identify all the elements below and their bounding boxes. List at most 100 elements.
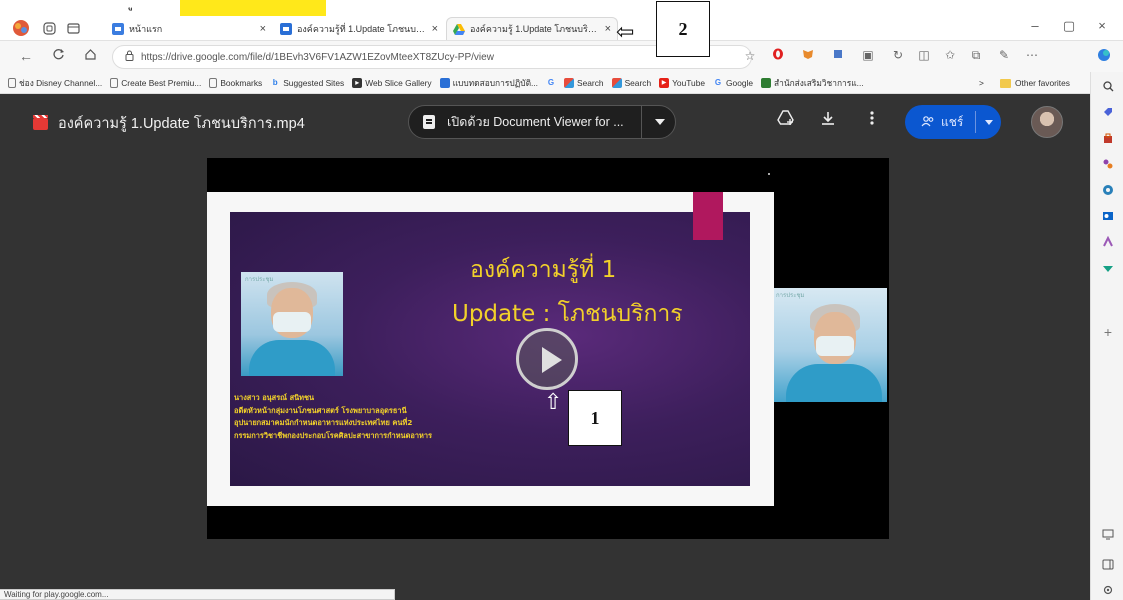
photo-caption: การประชุม (245, 276, 274, 283)
bookmark-label: แบบทดสอบการปฏิบัติ... (452, 77, 539, 88)
presenter-bio: นางสาว อนุสรณ์ สนิทชน อดีตหัวหน้ากลุ่มงา… (234, 392, 432, 442)
tab-knowledge-page[interactable]: องค์ความรู้ที่ 1.Update โภชนบริการ × (274, 17, 444, 40)
highlight-marker (180, 0, 326, 16)
shopping-icon[interactable] (1100, 130, 1116, 146)
favorites-icon[interactable]: ✩ (940, 48, 960, 62)
play-button-icon[interactable] (516, 328, 578, 390)
download-icon[interactable] (816, 110, 840, 131)
back-icon[interactable]: ← (14, 48, 38, 64)
split-screen-icon[interactable]: ◫ (914, 48, 934, 62)
bookmark-item[interactable]: ช่อง Disney Channel... (4, 74, 106, 92)
page-icon (8, 77, 16, 88)
bookmark-item[interactable]: Create Best Premiu... (106, 74, 205, 92)
callout-1: 1 (568, 390, 622, 446)
tab-close-icon[interactable]: × (260, 23, 266, 35)
bookmark-item[interactable]: Search (560, 74, 608, 92)
restore-button[interactable]: ▢ (1055, 18, 1083, 34)
slide-content: องค์ความรู้ที่ 1 Update : โภชนบริการ การ… (230, 212, 750, 486)
add-shortcut-drive-icon[interactable] (774, 110, 798, 131)
bookmark-label: ช่อง Disney Channel... (19, 77, 103, 88)
opera-icon[interactable] (768, 48, 788, 63)
slide-frame: องค์ความรู้ที่ 1 Update : โภชนบริการ การ… (207, 192, 774, 506)
copilot-icon[interactable] (1094, 48, 1114, 65)
tab-home[interactable]: หน้าแรก × (106, 17, 272, 40)
app-icon (439, 77, 450, 88)
bookmark-label: Suggested Sites (283, 77, 345, 88)
minimize-button[interactable]: – (1021, 18, 1049, 33)
metamask-icon[interactable] (798, 48, 818, 63)
avatar[interactable] (1031, 106, 1063, 138)
search-icon[interactable] (1100, 78, 1116, 94)
refresh-page-icon[interactable]: ↻ (888, 48, 908, 62)
screen-share-icon[interactable] (1100, 526, 1116, 542)
screenshot-icon[interactable]: ▣ (858, 48, 878, 62)
games-icon[interactable] (1100, 156, 1116, 172)
bookmarks-overflow-button[interactable]: > (979, 72, 984, 94)
bookmark-label: YouTube (672, 77, 706, 88)
lock-icon (125, 50, 134, 64)
more-menu-icon[interactable]: ⋯ (1022, 48, 1042, 62)
slide-ribbon (693, 192, 723, 240)
folder-icon (1000, 78, 1011, 88)
collections-icon[interactable]: ⧉ (966, 48, 986, 63)
presenter-photo: การประชุม (241, 272, 343, 376)
bing-icon: b (272, 78, 278, 87)
bookmark-item[interactable]: สำนักส่งเสริมวิชาการแ... (757, 74, 868, 92)
up-arrow-annotation: ⇧ (544, 390, 563, 415)
chevron-down-icon[interactable] (985, 120, 993, 125)
bookmark-label: Bookmarks (220, 77, 263, 88)
extension-icon[interactable] (828, 48, 848, 63)
bookmark-label: Web Slice Gallery (365, 77, 432, 88)
settings-gear-icon[interactable] (1100, 582, 1116, 598)
tab-close-icon[interactable]: × (432, 23, 438, 35)
bookmark-item[interactable]: ▶ YouTube (655, 74, 709, 92)
search-colored-icon (564, 77, 575, 88)
callout-2: 2 (656, 1, 710, 57)
tab-drive-video[interactable]: องค์ความรู้ 1.Update โภชนบริการ.mp × (446, 17, 618, 40)
document-icon (423, 115, 435, 129)
tab-actions-icon[interactable] (64, 19, 82, 37)
designer-icon[interactable] (1100, 234, 1116, 250)
bookmark-item[interactable]: G Google (709, 74, 757, 92)
outlook-icon[interactable] (1100, 208, 1116, 224)
bookmark-item[interactable]: Search (608, 74, 656, 92)
bookmarks-bar: ช่อง Disney Channel... Create Best Premi… (0, 72, 1090, 94)
copilot-sidebar-icon[interactable] (1100, 182, 1116, 198)
sidebar-toggle-icon[interactable] (1100, 556, 1116, 572)
refresh-icon[interactable] (46, 48, 70, 64)
bookmark-item[interactable]: แบบทดสอบการปฏิบัติ... (436, 74, 542, 92)
bookmark-item[interactable]: Bookmarks (205, 74, 266, 92)
favorite-star-icon[interactable]: ☆ (740, 49, 760, 63)
tab-strip: ู หน้าแรก × องค์ความรู้ที่ 1.Update โภชน… (0, 0, 1123, 57)
share-button[interactable]: แชร์ (905, 105, 1001, 139)
close-window-button[interactable]: × (1088, 18, 1116, 33)
add-icon[interactable]: + (1100, 324, 1116, 340)
bio-line: กรรมการวิชาชีพกองประกอบโรคศิลปะสาขาการกำ… (234, 430, 432, 440)
file-title: องค์ความรู้ 1.Update โภชนบริการ.mp4 (33, 112, 305, 135)
bookmark-label: Search (577, 77, 604, 88)
other-favorites[interactable]: Other favorites (1000, 72, 1070, 94)
tab-title: องค์ความรู้ที่ 1.Update โภชนบริการ (297, 23, 427, 34)
tag-icon[interactable] (1100, 104, 1116, 120)
tab-close-icon[interactable]: × (605, 23, 611, 35)
bookmark-item[interactable]: ▸ Web Slice Gallery (348, 74, 435, 92)
open-with-button[interactable]: เปิดด้วย Document Viewer for ... (408, 105, 676, 139)
youtube-icon: ▶ (659, 77, 670, 88)
more-options-icon[interactable] (860, 110, 884, 131)
bookmark-item[interactable]: b Suggested Sites (266, 74, 348, 92)
tools-icon[interactable] (1100, 260, 1116, 276)
profile-icon[interactable] (10, 19, 32, 37)
bookmark-label: Google (726, 77, 754, 88)
extensions-icon[interactable]: ✎ (994, 48, 1014, 62)
search-colored-icon (611, 77, 622, 88)
bio-line: อดีตหัวหน้ากลุ่มงานโภชนศาสตร์ โรงพยาบาลอ… (234, 405, 407, 415)
bookmark-item[interactable]: G (542, 74, 560, 92)
video-player[interactable]: องค์ความรู้ที่ 1 Update : โภชนบริการ การ… (207, 158, 889, 539)
workspaces-icon[interactable] (40, 19, 58, 37)
home-icon[interactable] (78, 48, 102, 64)
tab-title: หน้าแรก (129, 23, 163, 34)
chevron-down-icon[interactable] (655, 119, 665, 125)
file-title-text: องค์ความรู้ 1.Update โภชนบริการ.mp4 (58, 116, 305, 132)
page-icon (209, 77, 218, 88)
status-bar: Waiting for play.google.com... (0, 589, 395, 600)
